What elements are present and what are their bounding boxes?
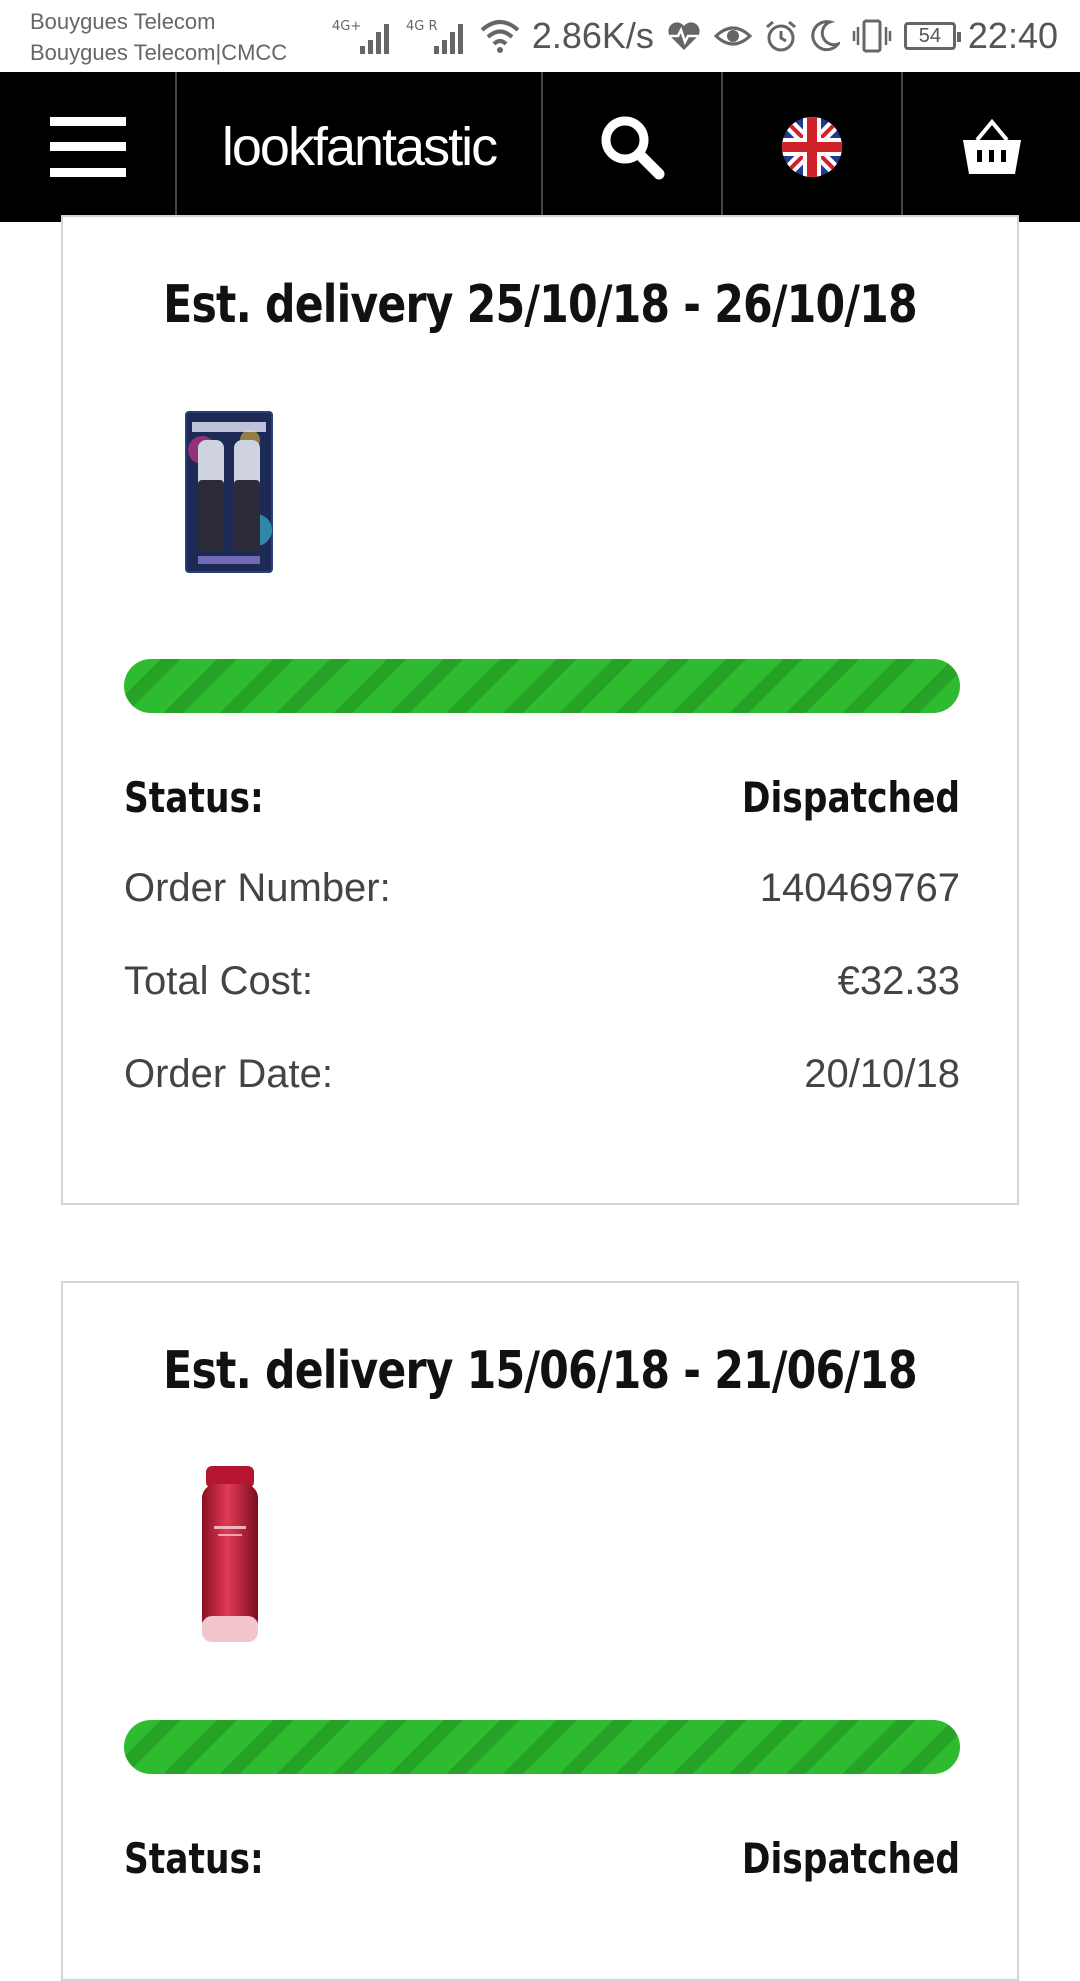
status-row: Status: Dispatched xyxy=(124,767,960,827)
total-cost-label: Total Cost: xyxy=(124,958,313,1003)
delivery-progress-bar xyxy=(124,659,960,713)
order-date-row: Order Date: 20/10/18 xyxy=(124,1046,960,1102)
search-button[interactable] xyxy=(543,72,721,222)
product-image xyxy=(185,411,273,573)
status-bar: Bouygues Telecom Bouygues Telecom|CMCC 4… xyxy=(0,0,1080,72)
heart-rate-icon xyxy=(666,20,702,52)
search-icon xyxy=(601,116,665,180)
network-speed: 2.86K/s xyxy=(531,15,654,56)
eye-icon xyxy=(713,22,752,50)
product-thumbnail[interactable] xyxy=(182,410,276,579)
signal-1-icon: 4G+ xyxy=(332,16,394,56)
order-date-label: Order Date: xyxy=(124,1051,333,1096)
country-selector[interactable] xyxy=(723,72,901,222)
network-1: 4G+ xyxy=(332,19,361,34)
order-card: Est. delivery 15/06/18 - 21/06/18 Status… xyxy=(61,1281,1019,1981)
progress-fill xyxy=(124,1720,960,1774)
order-card: Est. delivery 25/10/18 - 26/10/18 Status… xyxy=(61,215,1019,1205)
clock: 22:40 xyxy=(967,15,1058,56)
status-icons: 4G+ 4G R 2.86K/s 54 22:40 xyxy=(332,0,1058,72)
order-number-row: Order Number: 140469767 xyxy=(124,860,960,916)
status-value: Dispatched xyxy=(741,772,960,822)
progress-fill xyxy=(124,659,960,713)
site-header: lookfantastic xyxy=(0,72,1080,222)
uk-flag-icon xyxy=(782,117,842,177)
order-number-label: Order Number: xyxy=(124,865,391,910)
network-2: 4G R xyxy=(406,19,438,34)
logo-link[interactable]: lookfantastic xyxy=(177,72,541,222)
status-row: Status: Dispatched xyxy=(124,1828,960,1888)
alarm-icon xyxy=(764,19,798,53)
product-thumbnail[interactable] xyxy=(198,1466,262,1651)
status-label: Status: xyxy=(124,1833,264,1883)
delivery-progress-bar xyxy=(124,1720,960,1774)
order-number-value: 140469767 xyxy=(759,865,960,910)
order-date-value: 20/10/18 xyxy=(804,1051,960,1096)
battery-icon: 54 xyxy=(903,22,961,50)
moon-icon xyxy=(810,20,840,52)
carrier-1: Bouygues Telecom xyxy=(30,9,216,34)
delivery-estimate: Est. delivery 25/10/18 - 26/10/18 xyxy=(163,275,917,335)
wifi-icon xyxy=(480,18,520,54)
battery-level: 54 xyxy=(918,24,942,47)
status-value: Dispatched xyxy=(741,1833,960,1883)
delivery-estimate: Est. delivery 15/06/18 - 21/06/18 xyxy=(163,1341,917,1401)
basket-button[interactable] xyxy=(903,72,1080,222)
menu-button[interactable] xyxy=(0,72,175,222)
product-image xyxy=(202,1466,258,1642)
carrier-2: Bouygues Telecom|CMCC xyxy=(30,40,288,65)
basket-icon xyxy=(962,118,1021,174)
total-cost-value: €32.33 xyxy=(837,958,960,1003)
logo: lookfantastic xyxy=(221,117,498,177)
vibrate-icon xyxy=(852,19,892,53)
carrier-info: Bouygues Telecom Bouygues Telecom|CMCC xyxy=(30,6,287,68)
signal-2-icon: 4G R xyxy=(406,16,468,56)
hamburger-menu-icon xyxy=(49,117,126,177)
total-cost-row: Total Cost: €32.33 xyxy=(124,953,960,1009)
status-label: Status: xyxy=(124,772,264,822)
